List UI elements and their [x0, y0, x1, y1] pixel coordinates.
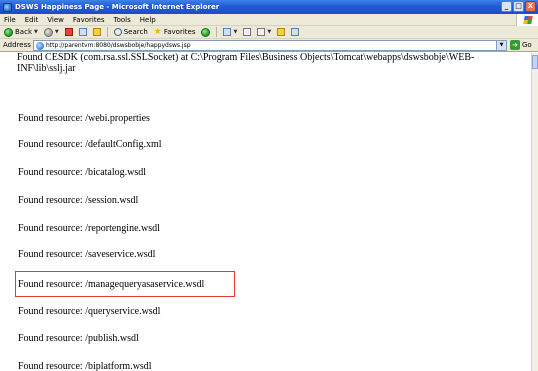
- search-icon: [113, 28, 122, 36]
- window-title: DSWS Happiness Page - Microsoft Internet…: [15, 3, 220, 11]
- mail-icon: [223, 28, 232, 36]
- resource-line: Found resource: /saveservice.wsdl: [18, 249, 156, 260]
- folder-button[interactable]: [275, 27, 287, 38]
- address-dropdown-button[interactable]: ▼: [496, 41, 506, 50]
- page-icon: [36, 41, 44, 50]
- messenger-button[interactable]: [289, 27, 301, 38]
- search-button[interactable]: Search: [112, 27, 150, 38]
- star-icon: ★: [153, 26, 162, 37]
- go-label: Go: [522, 41, 532, 49]
- menu-view[interactable]: View: [47, 16, 64, 24]
- go-arrow-icon: ➔: [510, 40, 520, 50]
- forward-button[interactable]: ▼: [42, 27, 61, 38]
- menu-favorites[interactable]: Favorites: [73, 16, 105, 24]
- back-button[interactable]: Back ▼: [2, 27, 40, 38]
- stop-icon: [64, 28, 73, 36]
- address-url: http://parentvm:8080/dswsbobje/happydsws…: [46, 42, 191, 49]
- resource-line: Found resource: /session.wsdl: [18, 195, 139, 206]
- close-button[interactable]: X: [525, 1, 536, 12]
- folder-icon: [277, 28, 286, 36]
- search-label: Search: [123, 28, 148, 36]
- maximize-button[interactable]: □: [513, 1, 524, 12]
- chevron-down-icon: ▼: [267, 29, 272, 35]
- menu-help[interactable]: Help: [140, 16, 156, 24]
- resource-line: Found resource: /publish.wsdl: [18, 333, 139, 344]
- home-button[interactable]: [91, 27, 103, 38]
- print-icon: [243, 28, 252, 36]
- menu-edit[interactable]: Edit: [25, 16, 39, 24]
- minimize-button[interactable]: _: [501, 1, 512, 12]
- scrollbar-thumb[interactable]: [532, 55, 538, 69]
- resource-line: Found resource: /bicatalog.wsdl: [18, 167, 147, 178]
- highlight-box: [15, 271, 235, 297]
- address-input[interactable]: http://parentvm:8080/dswsbobje/happydsws…: [33, 40, 507, 51]
- standard-toolbar: Back ▼ ▼ Search ★ Favorites ▼ ▼: [0, 26, 538, 39]
- mail-button[interactable]: ▼: [221, 27, 239, 38]
- window-controls: _ □ X: [501, 1, 536, 12]
- address-bar: Address http://parentvm:8080/dswsbobje/h…: [0, 39, 538, 52]
- back-label: Back: [15, 28, 32, 36]
- stop-button[interactable]: [63, 27, 75, 38]
- chevron-down-icon: ▼: [34, 29, 38, 35]
- history-button[interactable]: [199, 27, 212, 38]
- vertical-scrollbar[interactable]: [531, 53, 538, 371]
- cesdk-message: Found CESDK (com.rsa.ssl.SSLSocket) at C…: [17, 53, 475, 74]
- toolbar-divider: [106, 27, 108, 37]
- resource-line: Found resource: /biplatform.wsdl: [18, 361, 152, 371]
- refresh-button[interactable]: [77, 27, 89, 38]
- back-arrow-icon: [4, 27, 13, 37]
- toolbar-divider: [216, 27, 218, 37]
- home-icon: [92, 28, 101, 36]
- menu-bar: File Edit View Favorites Tools Help: [0, 14, 538, 26]
- page-content: Found CESDK (com.rsa.ssl.SSLSocket) at C…: [0, 53, 531, 371]
- messenger-icon: [291, 28, 300, 36]
- resource-line: Found resource: /defaultConfig.xml: [18, 139, 162, 150]
- go-button[interactable]: ➔ Go: [510, 40, 532, 50]
- edit-button[interactable]: ▼: [255, 27, 273, 38]
- favorites-label: Favorites: [163, 28, 196, 36]
- refresh-icon: [78, 28, 87, 36]
- windows-logo-icon: [516, 14, 538, 26]
- edit-icon: [257, 28, 266, 36]
- window-titlebar[interactable]: DSWS Happiness Page - Microsoft Internet…: [0, 0, 538, 14]
- chevron-down-icon: ▼: [233, 29, 238, 35]
- resource-line: Found resource: /queryservice.wsdl: [18, 306, 161, 317]
- ie-icon: [3, 2, 12, 12]
- chevron-down-icon: ▼: [54, 29, 59, 35]
- resource-line: Found resource: /reportengine.wsdl: [18, 223, 160, 234]
- print-button[interactable]: [241, 27, 253, 38]
- address-label: Address: [3, 41, 31, 49]
- favorites-button[interactable]: ★ Favorites: [152, 27, 198, 38]
- history-icon: [201, 27, 211, 37]
- menu-tools[interactable]: Tools: [114, 16, 131, 24]
- forward-arrow-icon: [43, 27, 53, 37]
- menu-file[interactable]: File: [4, 16, 16, 24]
- resource-line: Found resource: /webi.properties: [18, 113, 150, 124]
